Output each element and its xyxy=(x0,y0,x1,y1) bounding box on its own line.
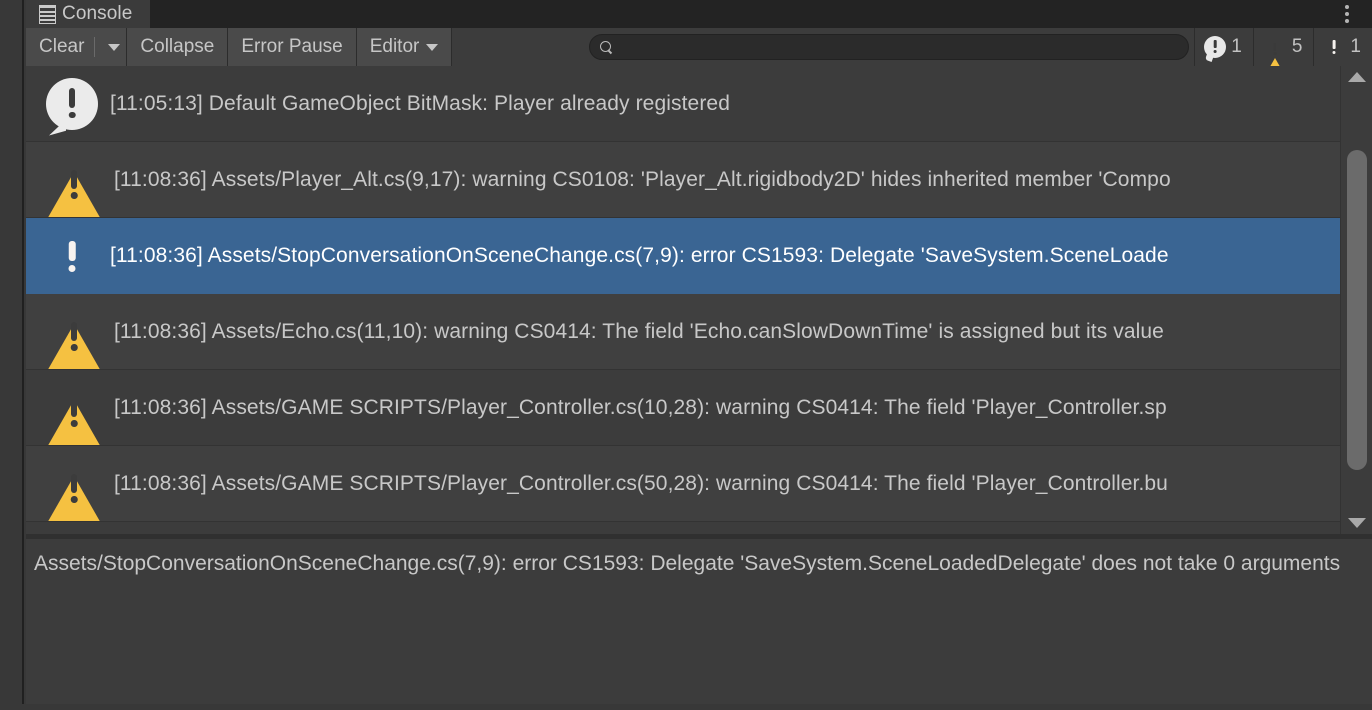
tab-console[interactable]: Console xyxy=(26,0,151,28)
error-pause-label: Error Pause xyxy=(241,36,343,57)
warning-triangle-icon xyxy=(46,383,102,445)
clear-separator xyxy=(94,37,96,57)
message-detail-pane[interactable]: Assets/StopConversationOnSceneChange.cs(… xyxy=(26,539,1372,710)
log-row-text: [11:08:36] Assets/Player_Alt.cs(9,17): w… xyxy=(114,167,1171,191)
log-message-list[interactable]: [11:05:13] Default GameObject BitMask: P… xyxy=(26,66,1340,534)
search-icon xyxy=(600,40,613,54)
log-row-text: [11:08:36] Assets/GAME SCRIPTS/Player_Co… xyxy=(114,471,1168,495)
log-row-text: [11:08:36] Assets/Echo.cs(11,10): warnin… xyxy=(114,319,1164,343)
search-input[interactable] xyxy=(619,38,1179,56)
warning-triangle-icon xyxy=(1262,36,1287,79)
info-count: 1 xyxy=(1231,36,1242,57)
warning-triangle-icon xyxy=(46,307,102,369)
info-counter[interactable]: 1 xyxy=(1194,28,1253,66)
tab-bar: Console xyxy=(26,0,1372,28)
error-count: 1 xyxy=(1350,36,1361,57)
tab-console-label: Console xyxy=(62,3,133,24)
clear-button[interactable]: Clear xyxy=(26,28,102,66)
error-octagon-icon xyxy=(46,230,98,282)
table-row[interactable]: [11:08:36] Assets/GAME SCRIPTS/Player_Co… xyxy=(26,370,1340,446)
error-counter[interactable]: 1 xyxy=(1313,28,1372,66)
editor-label: Editor xyxy=(369,36,420,57)
warning-triangle-icon xyxy=(46,459,102,521)
scroll-down-arrow-icon[interactable] xyxy=(1340,512,1372,534)
message-detail-text: Assets/StopConversationOnSceneChange.cs(… xyxy=(34,552,1341,575)
unity-console-window: Console Clear Collapse Error Pause Edito… xyxy=(0,0,1372,710)
warning-count: 5 xyxy=(1291,36,1303,57)
scroll-up-arrow-icon[interactable] xyxy=(1340,66,1372,88)
table-row[interactable]: [11:08:36] Assets/Player_Alt.cs(9,17): w… xyxy=(26,142,1340,218)
log-list-scrollbar[interactable] xyxy=(1340,66,1372,534)
warning-counter[interactable]: 5 xyxy=(1252,28,1314,79)
search-box[interactable] xyxy=(589,34,1190,60)
kebab-menu-icon[interactable] xyxy=(1336,3,1358,25)
search-area xyxy=(589,28,1195,66)
toolbar-spacer xyxy=(452,28,590,66)
table-row[interactable]: [11:08:36] Assets/GAME SCRIPTS/Player_Co… xyxy=(26,446,1340,522)
scrollbar-thumb[interactable] xyxy=(1346,150,1367,470)
error-octagon-icon xyxy=(1323,36,1345,58)
table-row[interactable]: [11:08:36] Assets/Echo.cs(11,10): warnin… xyxy=(26,294,1340,370)
scrollbar-track[interactable] xyxy=(1340,88,1372,512)
warning-triangle-icon xyxy=(46,155,102,217)
collapse-label: Collapse xyxy=(140,36,215,57)
log-row-text: [11:08:36] Assets/GAME SCRIPTS/Player_Co… xyxy=(114,395,1167,419)
window-bottom-strip xyxy=(0,704,1372,710)
console-toolbar: Clear Collapse Error Pause Editor 1 5 1 xyxy=(26,28,1372,79)
editor-dropdown-button[interactable]: Editor xyxy=(356,28,453,66)
info-bubble-icon xyxy=(46,77,98,136)
log-row-text: [11:05:13] Default GameObject BitMask: P… xyxy=(110,91,730,115)
collapse-toggle[interactable]: Collapse xyxy=(127,28,229,66)
info-bubble-icon xyxy=(1204,36,1227,62)
log-row-text: [11:08:36] Assets/StopConversationOnScen… xyxy=(110,243,1169,267)
chevron-down-icon xyxy=(426,43,439,51)
console-doc-icon xyxy=(39,4,56,24)
table-row[interactable]: [11:05:13] Default GameObject BitMask: P… xyxy=(26,66,1340,142)
chevron-down-icon xyxy=(107,43,120,51)
table-row[interactable]: [11:08:36] Assets/StopConversationOnScen… xyxy=(26,218,1340,294)
message-counters: 1 5 1 xyxy=(1194,28,1372,79)
error-pause-toggle[interactable]: Error Pause xyxy=(228,28,357,66)
clear-button-label: Clear xyxy=(39,36,85,57)
window-left-gutter xyxy=(0,0,24,710)
clear-dropdown-button[interactable] xyxy=(101,28,128,66)
